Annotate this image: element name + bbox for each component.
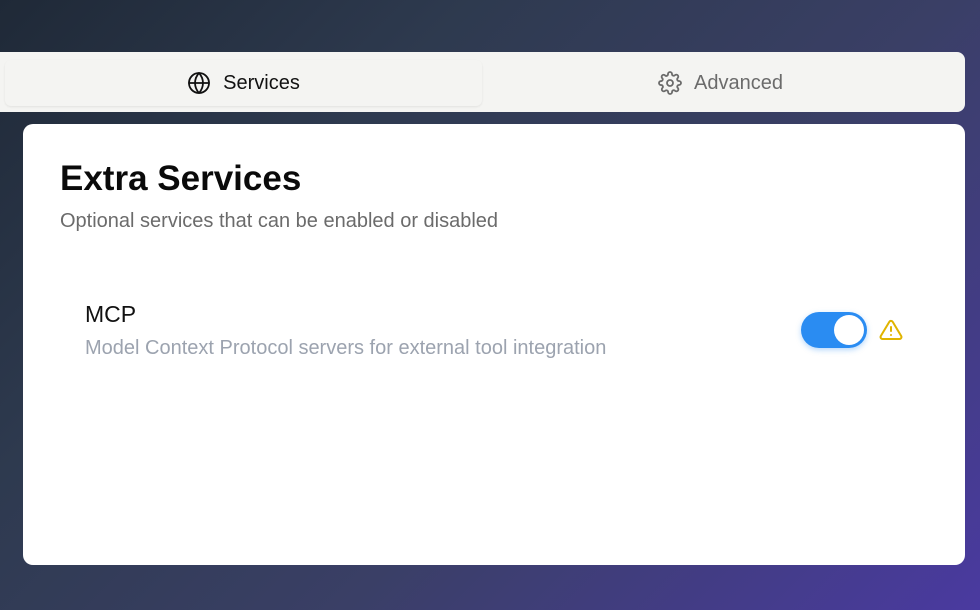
tab-services-label: Services xyxy=(223,71,300,94)
tab-advanced-label: Advanced xyxy=(694,71,783,94)
section-subtitle: Optional services that can be enabled or… xyxy=(60,210,499,232)
tab-advanced[interactable]: Advanced xyxy=(482,60,959,106)
tab-bar: Services Advanced xyxy=(0,52,965,112)
service-description: Model Context Protocol servers for exter… xyxy=(85,337,607,359)
warning-icon[interactable] xyxy=(879,318,903,342)
services-card: Extra Services Optional services that ca… xyxy=(23,124,965,565)
globe-icon xyxy=(187,71,211,95)
tab-services[interactable]: Services xyxy=(5,60,482,106)
mcp-toggle[interactable] xyxy=(801,312,867,348)
gear-icon xyxy=(658,71,682,95)
toggle-knob xyxy=(834,315,864,345)
service-row-mcp: MCP Model Context Protocol servers for e… xyxy=(85,300,905,360)
section-title: Extra Services xyxy=(60,159,302,198)
service-name: MCP xyxy=(85,301,137,327)
